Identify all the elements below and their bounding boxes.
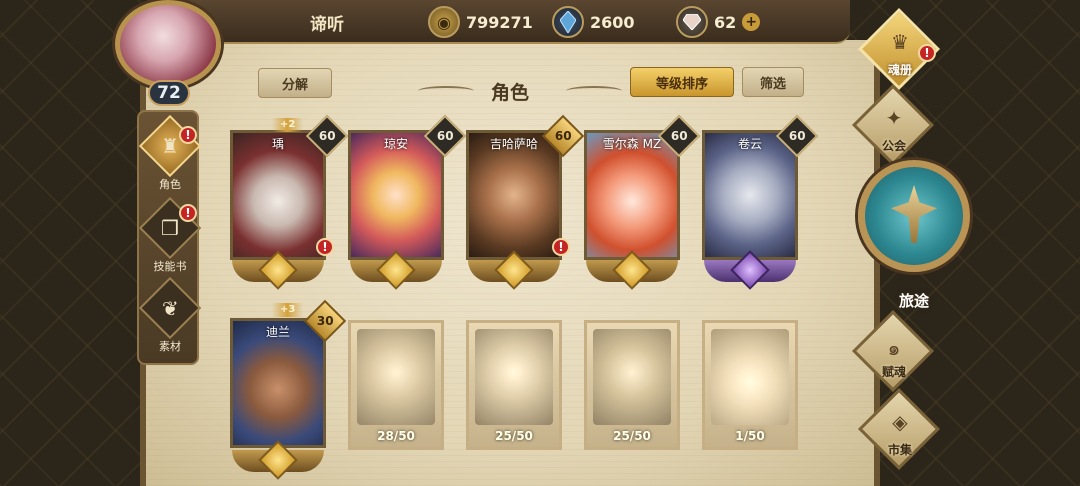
nav-guild[interactable]: ✦ 公会 xyxy=(846,83,942,167)
rank-crest-icon xyxy=(582,250,682,290)
crystal-counter: 2600 xyxy=(552,4,635,40)
gem-counter: 62 + xyxy=(676,4,761,40)
crystal-icon xyxy=(552,6,584,38)
top-resource-bar: 谛听 ◉ 799271 2600 62 + xyxy=(180,0,850,44)
tab-label: 技能书 xyxy=(153,260,187,273)
player-name: 谛听 xyxy=(310,15,344,35)
hero-card[interactable]: 吉哈萨哈 xyxy=(466,130,562,260)
hero-plus-badge: +3 xyxy=(272,303,304,317)
tab-characters-alert-icon: ! xyxy=(179,126,197,144)
hero-alert-icon: ! xyxy=(316,238,334,256)
locked-hero-card[interactable]: 25/50 xyxy=(466,320,562,450)
gold-amount: 799271 xyxy=(466,12,533,32)
nav-talent[interactable]: ๑ 赋魂 xyxy=(846,309,942,393)
hero-plus-badge: +2 xyxy=(272,118,304,132)
hero-card[interactable]: 卷云 xyxy=(702,130,798,260)
locked-hero-card[interactable]: 28/50 xyxy=(348,320,444,450)
guild-icon: ✦ xyxy=(885,106,903,130)
game-screen: 谛听 ◉ 799271 2600 62 + 72 ♜ 角色 ! ❒ 技能书 ! … xyxy=(0,0,1080,486)
rank-crest-icon xyxy=(700,250,800,290)
hero-card[interactable]: 雪尔森 MZ xyxy=(584,130,680,260)
nav-label: 赋魂 xyxy=(881,365,906,379)
journey-emblem-icon xyxy=(891,185,937,243)
soul-book-alert-icon: ! xyxy=(918,44,936,62)
hero-card[interactable]: 琼安 xyxy=(348,130,444,260)
hero-alert-icon: ! xyxy=(552,238,570,256)
level-sort-button[interactable]: 等级排序 xyxy=(630,67,734,97)
gold-counter: ◉ 799271 xyxy=(428,4,533,40)
shard-count: 25/50 xyxy=(495,429,533,443)
add-gem-button[interactable]: + xyxy=(742,13,761,31)
tab-label: 角色 xyxy=(159,178,181,191)
nav-market[interactable]: ◈ 市集 xyxy=(852,387,948,471)
rank-crest-icon xyxy=(228,440,328,480)
player-avatar[interactable] xyxy=(115,0,221,88)
market-icon: ◈ xyxy=(892,410,908,434)
locked-hero-card[interactable]: 1/50 xyxy=(702,320,798,450)
filter-button[interactable]: 筛选 xyxy=(742,67,804,97)
material-icon: ❦ xyxy=(138,276,202,340)
gold-coin-icon: ◉ xyxy=(428,6,460,38)
shard-count: 1/50 xyxy=(735,429,765,443)
tab-label: 素材 xyxy=(159,340,181,353)
gem-amount: 62 xyxy=(714,12,737,32)
left-tab-bar: ♜ 角色 ! ❒ 技能书 ! ❦ 素材 xyxy=(137,110,202,365)
nav-label: 魂册 xyxy=(887,63,912,77)
rank-crest-icon xyxy=(228,250,328,290)
helmet-icon: ♜ xyxy=(138,114,202,178)
hero-card[interactable]: 瑀 xyxy=(230,130,326,260)
journey-label: 旅途 xyxy=(898,292,929,310)
crystal-amount: 2600 xyxy=(590,12,635,32)
talent-swirl-icon: ๑ xyxy=(887,336,901,360)
shard-count: 28/50 xyxy=(377,429,415,443)
shard-count: 25/50 xyxy=(613,429,651,443)
gem-icon xyxy=(676,6,708,38)
hero-card[interactable]: 迪兰 xyxy=(230,318,326,448)
title-ornament-right xyxy=(566,86,622,96)
rank-crest-icon xyxy=(464,250,564,290)
tab-materials[interactable]: ❦ 素材 xyxy=(138,276,202,356)
locked-hero-card[interactable]: 25/50 xyxy=(584,320,680,450)
nav-label: 市集 xyxy=(887,443,912,457)
nav-label: 公会 xyxy=(881,139,906,153)
journey-button[interactable] xyxy=(858,160,970,272)
rank-crest-icon xyxy=(346,250,446,290)
tab-skill-books-alert-icon: ! xyxy=(179,204,197,222)
